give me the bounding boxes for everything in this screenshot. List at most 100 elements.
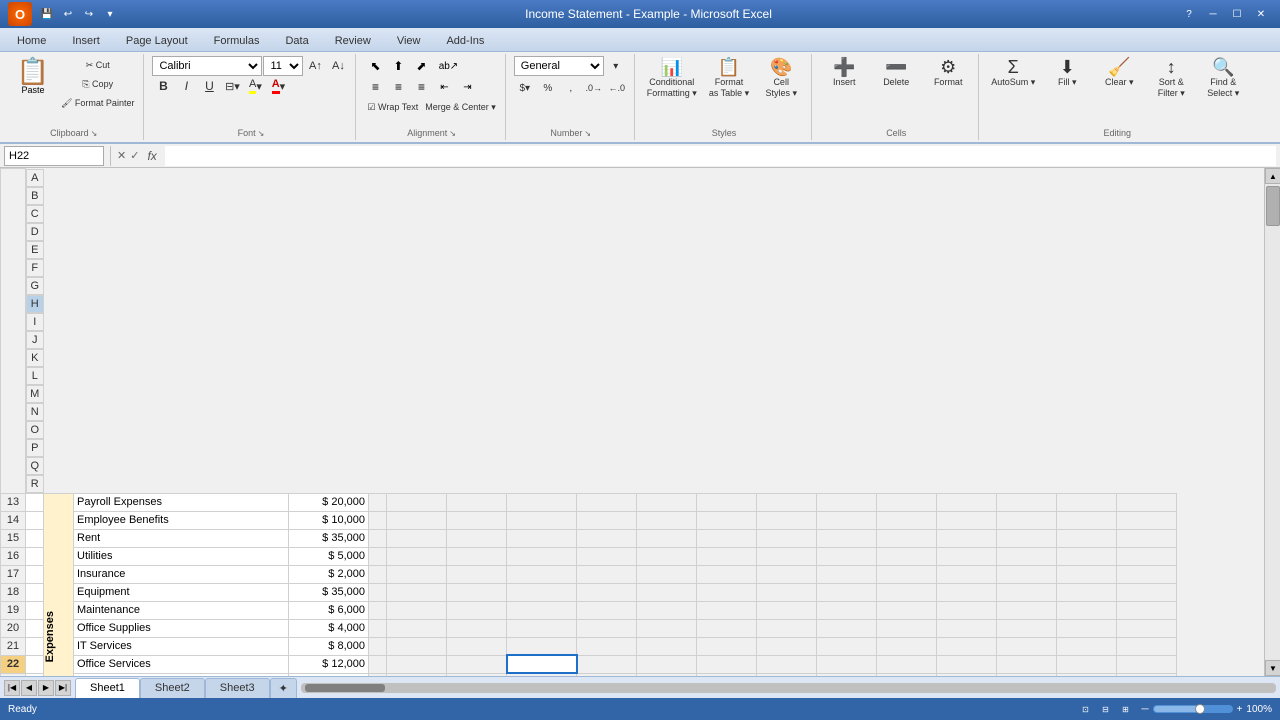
cell-g14[interactable] bbox=[447, 511, 507, 529]
cell-d21[interactable]: $ 8,000 bbox=[289, 637, 369, 655]
col-header-f[interactable]: F bbox=[26, 259, 44, 277]
cell-i14[interactable] bbox=[577, 511, 637, 529]
cell-j13[interactable] bbox=[637, 493, 697, 511]
cell-r17[interactable] bbox=[1117, 565, 1177, 583]
row-header-15[interactable]: 15 bbox=[1, 529, 26, 547]
sheet-first-button[interactable]: |◀ bbox=[4, 680, 20, 696]
cell-a20[interactable] bbox=[26, 619, 44, 637]
cell-l20[interactable] bbox=[757, 619, 817, 637]
scroll-down-button[interactable]: ▼ bbox=[1265, 660, 1280, 676]
cell-e15[interactable] bbox=[369, 529, 387, 547]
col-header-q[interactable]: Q bbox=[26, 457, 44, 475]
cell-p19[interactable] bbox=[997, 601, 1057, 619]
cell-m22[interactable] bbox=[817, 655, 877, 673]
align-center-button[interactable]: ≡ bbox=[387, 77, 409, 97]
cell-i15[interactable] bbox=[577, 529, 637, 547]
wrap-text-button[interactable]: ☑ Wrap Text bbox=[364, 98, 421, 116]
cell-i20[interactable] bbox=[577, 619, 637, 637]
cell-h15[interactable] bbox=[507, 529, 577, 547]
cell-g16[interactable] bbox=[447, 547, 507, 565]
clear-button[interactable]: 🧹 Clear ▾ bbox=[1095, 56, 1143, 90]
row-header-20[interactable]: 20 bbox=[1, 619, 26, 637]
cell-g15[interactable] bbox=[447, 529, 507, 547]
cell-q15[interactable] bbox=[1057, 529, 1117, 547]
cell-c17[interactable]: Insurance bbox=[74, 565, 289, 583]
cell-e21[interactable] bbox=[369, 637, 387, 655]
cell-h22[interactable] bbox=[507, 655, 577, 673]
row-header-21[interactable]: 21 bbox=[1, 637, 26, 655]
cell-f20[interactable] bbox=[387, 619, 447, 637]
cell-a14[interactable] bbox=[26, 511, 44, 529]
cell-e20[interactable] bbox=[369, 619, 387, 637]
cell-c15[interactable]: Rent bbox=[74, 529, 289, 547]
cell-q17[interactable] bbox=[1057, 565, 1117, 583]
cell-j19[interactable] bbox=[637, 601, 697, 619]
col-header-o[interactable]: O bbox=[26, 421, 44, 439]
cell-r15[interactable] bbox=[1117, 529, 1177, 547]
cell-c21[interactable]: IT Services bbox=[74, 637, 289, 655]
col-header-d[interactable]: D bbox=[26, 223, 44, 241]
cell-e13[interactable] bbox=[369, 493, 387, 511]
row-header-22[interactable]: 22 bbox=[1, 655, 26, 673]
cell-f16[interactable] bbox=[387, 547, 447, 565]
cell-a22[interactable] bbox=[26, 655, 44, 673]
confirm-formula-button[interactable]: ✓ bbox=[130, 149, 139, 162]
font-color-button[interactable]: A▾ bbox=[267, 77, 289, 95]
row-header-19[interactable]: 19 bbox=[1, 601, 26, 619]
cell-f19[interactable] bbox=[387, 601, 447, 619]
cell-a17[interactable] bbox=[26, 565, 44, 583]
cell-m20[interactable] bbox=[817, 619, 877, 637]
cell-j17[interactable] bbox=[637, 565, 697, 583]
cell-r18[interactable] bbox=[1117, 583, 1177, 601]
cell-o18[interactable] bbox=[937, 583, 997, 601]
orientation-button[interactable]: ab↗ bbox=[437, 56, 459, 76]
cell-p17[interactable] bbox=[997, 565, 1057, 583]
h-scroll-thumb[interactable] bbox=[305, 684, 385, 692]
copy-button[interactable]: ⎘ Copy bbox=[58, 75, 137, 93]
align-top-right-button[interactable]: ⬈ bbox=[410, 56, 432, 76]
cell-a13[interactable] bbox=[26, 493, 44, 511]
cell-a16[interactable] bbox=[26, 547, 44, 565]
scroll-thumb[interactable] bbox=[1266, 186, 1280, 226]
cell-c16[interactable]: Utilities bbox=[74, 547, 289, 565]
col-header-p[interactable]: P bbox=[26, 439, 44, 457]
close-button[interactable]: ✕ bbox=[1250, 5, 1272, 23]
cell-g20[interactable] bbox=[447, 619, 507, 637]
cell-o20[interactable] bbox=[937, 619, 997, 637]
cell-d20[interactable]: $ 4,000 bbox=[289, 619, 369, 637]
sheet-last-button[interactable]: ▶| bbox=[55, 680, 71, 696]
cell-k14[interactable] bbox=[697, 511, 757, 529]
fill-button[interactable]: ⬇ Fill ▾ bbox=[1043, 56, 1091, 90]
alignment-arrow[interactable]: ↘ bbox=[449, 129, 456, 138]
decrease-decimal-button[interactable]: ←.0 bbox=[606, 79, 628, 97]
number-arrow[interactable]: ↘ bbox=[584, 129, 591, 138]
cell-k15[interactable] bbox=[697, 529, 757, 547]
cell-p14[interactable] bbox=[997, 511, 1057, 529]
format-painter-button[interactable]: 🖌 Format Painter bbox=[58, 94, 137, 112]
align-top-left-button[interactable]: ⬉ bbox=[364, 56, 386, 76]
col-header-e[interactable]: E bbox=[26, 241, 44, 259]
tab-insert[interactable]: Insert bbox=[59, 29, 113, 51]
cell-i17[interactable] bbox=[577, 565, 637, 583]
cell-q22[interactable] bbox=[1057, 655, 1117, 673]
cell-styles-button[interactable]: 🎨 CellStyles ▾ bbox=[757, 56, 805, 101]
col-header-a[interactable]: A bbox=[26, 169, 44, 187]
cell-n16[interactable] bbox=[877, 547, 937, 565]
cell-g18[interactable] bbox=[447, 583, 507, 601]
cell-a21[interactable] bbox=[26, 637, 44, 655]
cell-m17[interactable] bbox=[817, 565, 877, 583]
increase-font-button[interactable]: A↑ bbox=[304, 57, 326, 75]
cell-e17[interactable] bbox=[369, 565, 387, 583]
cell-k18[interactable] bbox=[697, 583, 757, 601]
cell-j14[interactable] bbox=[637, 511, 697, 529]
increase-indent-button[interactable]: ⇥ bbox=[456, 77, 478, 97]
cell-n20[interactable] bbox=[877, 619, 937, 637]
formula-input[interactable] bbox=[165, 146, 1276, 166]
comma-button[interactable]: , bbox=[560, 79, 582, 97]
page-break-view-button[interactable]: ⊞ bbox=[1117, 701, 1133, 717]
bold-button[interactable]: B bbox=[152, 77, 174, 95]
col-header-i[interactable]: I bbox=[26, 313, 44, 331]
cell-m19[interactable] bbox=[817, 601, 877, 619]
decrease-font-button[interactable]: A↓ bbox=[327, 57, 349, 75]
format-button[interactable]: ⚙ Format bbox=[924, 56, 972, 90]
